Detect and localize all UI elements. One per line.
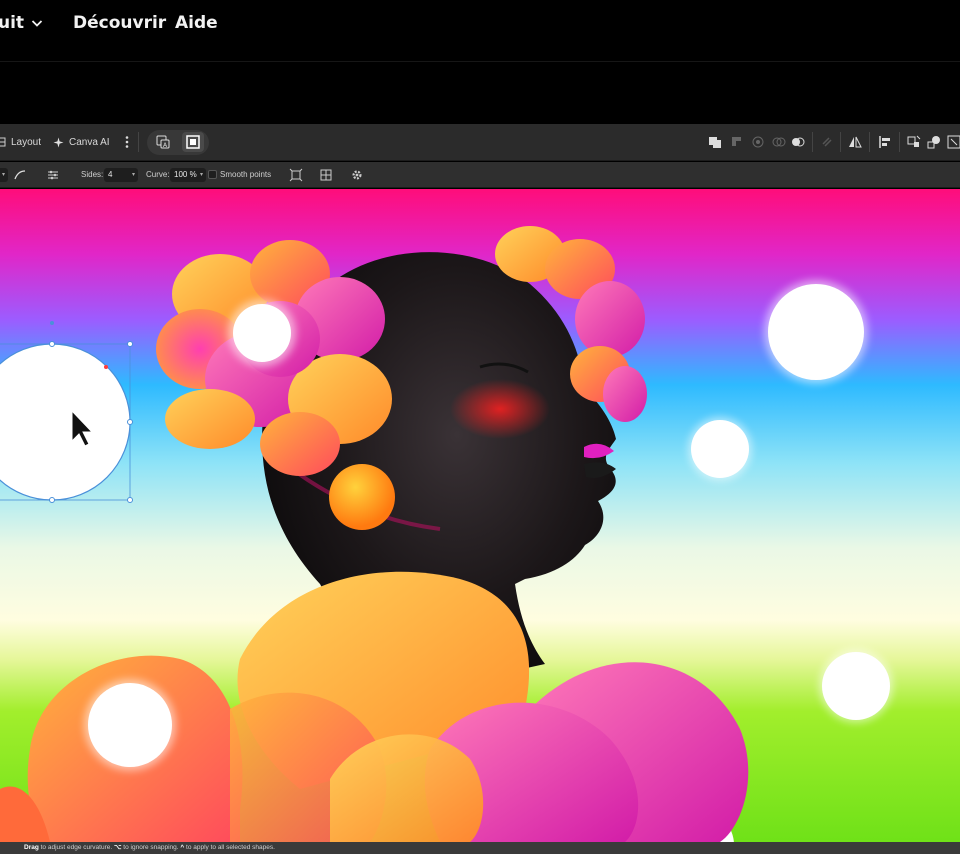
- toolbar-divider: [840, 132, 841, 152]
- insert-shape-icon[interactable]: [926, 134, 942, 150]
- link-icon[interactable]: [819, 134, 835, 150]
- nav-product-label: uit: [0, 13, 25, 33]
- nav-product-menu[interactable]: uit: [0, 12, 43, 34]
- selection-handle[interactable]: [127, 419, 133, 425]
- sliders-icon[interactable]: [46, 168, 60, 182]
- frame-icon: [186, 135, 200, 149]
- sparkle-icon: [53, 137, 64, 147]
- smooth-points-label: Smooth points: [220, 170, 272, 179]
- align-left-icon[interactable]: [877, 134, 893, 150]
- toolbar-divider: [869, 132, 870, 152]
- canva-ai-button[interactable]: Canva AI: [53, 133, 110, 151]
- selection-handle[interactable]: [49, 497, 55, 503]
- curve-input[interactable]: 100 % ▾: [170, 168, 206, 182]
- context-toolbar: ▾ Sides: 4 ▾ Curve: 100 % ▾ Smooth point…: [0, 162, 960, 188]
- selection-handle[interactable]: [127, 341, 133, 347]
- shape-type-dropdown[interactable]: ▾: [0, 168, 8, 182]
- boolean-add-icon[interactable]: [707, 134, 723, 150]
- curve-label: Curve:: [146, 170, 170, 179]
- curvature-handle[interactable]: [104, 365, 108, 369]
- boolean-intersect-icon[interactable]: [750, 134, 766, 150]
- toolbar-divider: [899, 132, 900, 152]
- flip-horizontal-icon[interactable]: [847, 134, 863, 150]
- boolean-subtract-icon[interactable]: [729, 134, 745, 150]
- selection-handle[interactable]: [127, 497, 133, 503]
- gear-icon[interactable]: [350, 168, 364, 182]
- grid-icon[interactable]: [319, 168, 333, 182]
- sides-value: 4: [108, 170, 113, 179]
- status-all-key: ^: [180, 844, 185, 851]
- snapping-icon[interactable]: [946, 134, 960, 150]
- nav-help-link[interactable]: Aide: [175, 12, 218, 34]
- toolbar-divider: [812, 132, 813, 152]
- toolbar-divider: [138, 132, 139, 152]
- chevron-down-icon: [31, 20, 43, 27]
- status-all-text: to apply to all selected shapes.: [186, 844, 275, 851]
- curve-value: 100 %: [174, 170, 197, 179]
- nav-discover-link[interactable]: Découvrir: [73, 12, 166, 34]
- layout-persona-button[interactable]: Layout: [0, 133, 41, 151]
- status-snap-text: to ignore snapping.: [123, 844, 179, 851]
- fit-bounds-icon[interactable]: [289, 168, 303, 182]
- dropdown-arrow-icon: ▾: [131, 172, 135, 178]
- canva-ai-label: Canva AI: [69, 136, 110, 148]
- sides-input[interactable]: 4 ▾: [104, 168, 138, 182]
- app-toolbar: Layout Canva AI A: [0, 124, 960, 161]
- boolean-divide-icon[interactable]: [790, 134, 806, 150]
- frame-toggle[interactable]: [182, 132, 204, 152]
- layout-icon: [0, 137, 6, 147]
- text-frame-icon: A: [156, 135, 170, 149]
- status-snap-key: ⌥: [113, 844, 122, 851]
- curve-tool-icon[interactable]: [13, 168, 27, 182]
- smooth-points-checkbox[interactable]: [208, 170, 217, 179]
- selection-handle[interactable]: [49, 341, 55, 347]
- rotation-handle[interactable]: [50, 321, 54, 325]
- status-bar: Drag to adjust edge curvature. ⌥ to igno…: [0, 842, 960, 854]
- dropdown-arrow-icon: ▾: [1, 172, 5, 178]
- arrange-icon[interactable]: [906, 134, 922, 150]
- text-frame-toggle[interactable]: A: [152, 132, 174, 152]
- status-drag-key: Drag: [24, 844, 39, 851]
- sides-label: Sides:: [81, 170, 104, 179]
- document-canvas[interactable]: [0, 189, 960, 842]
- status-drag-text: to adjust edge curvature.: [40, 844, 113, 851]
- more-vertical-icon[interactable]: [119, 134, 135, 150]
- artwork: [0, 189, 960, 842]
- site-nav: uit Découvrir Aide: [0, 0, 960, 62]
- layout-label: Layout: [11, 136, 42, 148]
- boolean-xor-icon[interactable]: [771, 134, 787, 150]
- dropdown-arrow-icon: ▾: [199, 172, 203, 178]
